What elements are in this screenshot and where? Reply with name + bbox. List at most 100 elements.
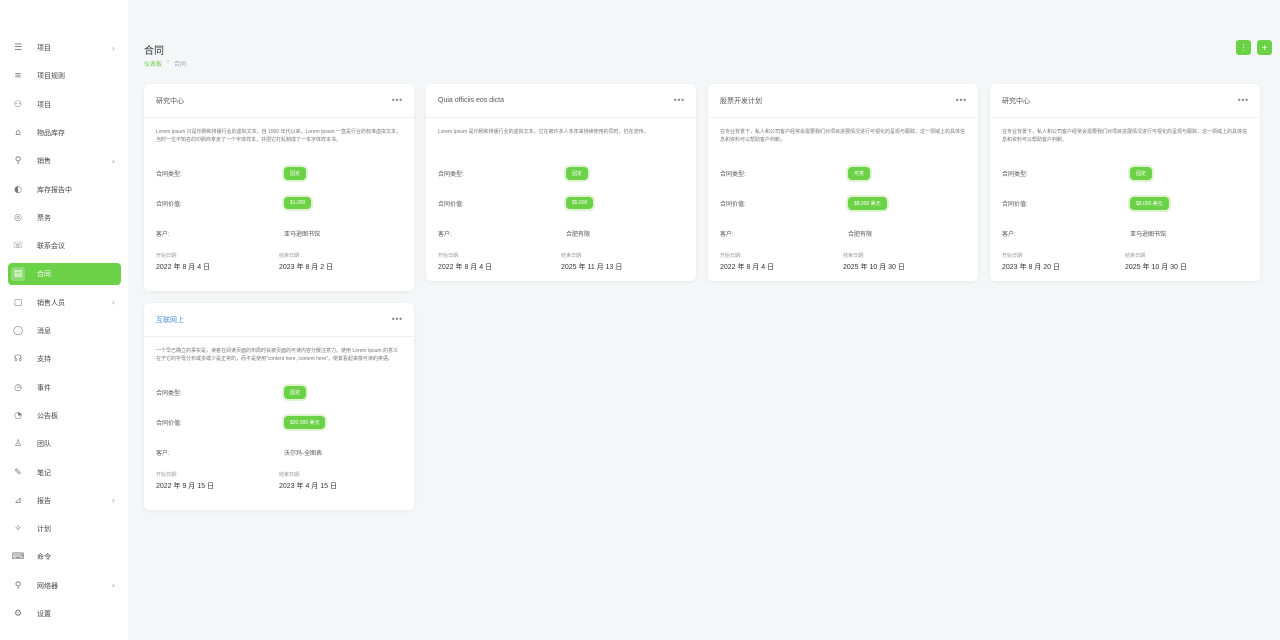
sidebar-item[interactable]: ☊ 支持 — [8, 348, 121, 370]
more-options-icon[interactable]: ••• — [955, 96, 967, 105]
start-date: 开始日期: 2022 年 8 月 4 日 — [720, 252, 843, 272]
nav-icon: ♙ — [13, 439, 23, 450]
sidebar-item-label: 报告 — [37, 497, 51, 505]
sidebar-item[interactable]: ⌨ 命令 — [8, 546, 121, 568]
nav-icon: ⚲ — [14, 156, 22, 167]
contract-card[interactable]: Quia officiis eos dicta ••• Lorem Ipsum 是印… — [426, 84, 696, 281]
breadcrumb-home[interactable]: 仪表板 — [144, 59, 162, 68]
card-title[interactable]: Quia officiis eos dicta — [438, 97, 504, 104]
card-header: 研究中心 ••• — [144, 84, 414, 118]
sidebar-item-label: 物品库存 — [37, 129, 65, 137]
card-title[interactable]: 股票开发计划 — [720, 96, 762, 106]
sidebar-item-label: 库存报告中 — [37, 186, 72, 194]
more-options-icon[interactable]: ••• — [391, 315, 403, 324]
sidebar-item-label: 销售人员 — [37, 299, 65, 307]
contract-type-row: 合同类型: 固定 — [144, 377, 414, 407]
contract-value-badge: $8,000 美元 — [848, 196, 887, 210]
card-title[interactable]: 研究中心 — [156, 96, 184, 106]
sidebar-item[interactable]: ◎ 票务 — [8, 207, 121, 229]
dates-row: 开始日期: 2022 年 8 月 4 日 结束日期: 2025 年 11 月 13 日 — [426, 248, 696, 272]
sidebar-item[interactable]: ◯ 消息 — [8, 320, 121, 342]
contract-value-row: 合同价值: $1,000 — [144, 188, 414, 218]
sidebar-item[interactable]: ◔ 公告板 — [8, 405, 121, 427]
contract-value-row: 合同价值: $8,000 美元 — [708, 188, 978, 218]
contract-value-label: 合同价值: — [156, 201, 182, 208]
end-date: 结束日期: 2025 年 10 月 30 日 — [1125, 252, 1248, 272]
sidebar-item[interactable]: ☰ 项目 › — [8, 37, 121, 59]
contract-type-badge: 固定 — [1130, 166, 1153, 180]
card-header: 研究中心 ••• — [990, 84, 1260, 118]
sidebar-item[interactable]: ⚲ 销售 › — [8, 150, 121, 172]
more-options-icon[interactable]: ••• — [1237, 96, 1249, 105]
sidebar-item[interactable]: ⌂ 物品库存 — [8, 122, 121, 144]
more-options-icon[interactable]: ••• — [673, 96, 685, 105]
contract-value-badge: $5,000 — [566, 197, 594, 209]
contract-card[interactable]: 研究中心 ••• Lorem Ipsum 只是印刷和排版行业的虚拟文本。自 1500… — [144, 84, 414, 291]
contract-type-label: 合同类型: — [720, 171, 746, 178]
nav-icon: ▢ — [13, 297, 23, 308]
sidebar-item[interactable]: ≡ 项目规则 — [8, 65, 121, 87]
nav-icon: ✎ — [14, 467, 22, 478]
end-date-label: 结束日期: — [561, 253, 583, 259]
sidebar-item[interactable]: ⊿ 报告 › — [8, 490, 121, 512]
card-title[interactable]: 互联网上 — [156, 315, 184, 325]
dates-row: 开始日期: 2022 年 8 月 4 日 结束日期: 2023 年 8 月 2 日 — [144, 248, 414, 272]
contract-card[interactable]: 股票开发计划 ••• 在专业背景下，私人和公司客户经常会需要我们对项目进展情况进行可… — [708, 84, 978, 281]
dates-row: 开始日期: 2023 年 8 月 20 日 结束日期: 2025 年 10 月 30 … — [990, 248, 1260, 272]
client-row: 客户: 合肥有限 — [708, 218, 978, 248]
contract-card[interactable]: 研究中心 ••• 在专业背景下，私人和公司客户经常会需要我们对项目进展情况进行可视化… — [990, 84, 1260, 281]
contract-type-badge: 固定 — [566, 166, 589, 180]
breadcrumb-current: 合同 — [174, 62, 187, 68]
more-options-icon[interactable]: ••• — [391, 96, 403, 105]
sidebar-item[interactable]: ▢ 销售人员 › — [8, 292, 121, 314]
main-content: 合同 仪表板 › 合同 ⋮ + 研究中心 ••• Lorem Ipsum 只是印刷和… — [128, 0, 1280, 640]
client-label: 客户: — [156, 450, 170, 457]
start-date-label: 开始日期: — [156, 253, 178, 259]
client-value: 亚马逊图书馆 — [284, 231, 321, 238]
start-date-label: 开始日期: — [438, 253, 460, 259]
contract-card[interactable]: 互联网上 ••• 一个早已确立的事实是，读者在阅读页面的布局时会被页面的可读内容分散… — [144, 303, 414, 510]
client-label: 客户: — [1002, 231, 1016, 238]
sidebar-item-label: 团队 — [37, 441, 51, 449]
top-actions: ⋮ + — [1236, 40, 1272, 55]
contract-type-label: 合同类型: — [1002, 171, 1028, 178]
sidebar-item[interactable]: ▤ 合同 — [8, 263, 121, 286]
end-date: 结束日期: 2023 年 4 月 15 日 — [279, 471, 402, 491]
sidebar-item[interactable]: ♙ 团队 — [8, 433, 121, 455]
start-date-label: 开始日期: — [156, 472, 178, 478]
start-date: 开始日期: 2023 年 8 月 20 日 — [1002, 252, 1125, 272]
nav-icon: ◯ — [12, 326, 24, 336]
card-description: 一个早已确立的事实是，读者在阅读页面的布局时会被页面的可读内容分散注意力。使用 … — [156, 348, 398, 362]
nav-icon: ☊ — [14, 354, 22, 365]
end-date-label: 结束日期: — [279, 472, 301, 478]
sidebar-item-label: 支持 — [37, 356, 51, 364]
sidebar-item[interactable]: ✧ 计划 — [8, 518, 121, 540]
sidebar-item[interactable]: ⚇ 项目 — [8, 94, 121, 116]
sidebar-item[interactable]: ☏ 联系会议 — [8, 235, 121, 257]
start-date-label: 开始日期: — [1002, 253, 1024, 259]
end-date-value: 2025 年 11 月 13 日 — [561, 264, 623, 271]
add-contract-button[interactable]: + — [1257, 40, 1272, 55]
sidebar: ☰ 项目 › ≡ 项目规则 ⚇ 项目 ⌂ 物品库存 ⚲ 销售 › ◐ 库存报告中 ◎ 票务 ☏ 联系会议 ▤ 合同 ▢ 销… — [0, 0, 128, 640]
card-header: 互联网上 ••• — [144, 303, 414, 337]
client-label: 客户: — [720, 231, 734, 238]
sidebar-item[interactable]: ◷ 事件 — [8, 377, 121, 399]
contract-type-row: 合同类型: 固定 — [990, 158, 1260, 188]
page-title: 合同 — [144, 46, 164, 57]
sidebar-item-label: 项目规则 — [37, 73, 65, 81]
nav-icon: ◐ — [14, 184, 22, 195]
card-title[interactable]: 研究中心 — [1002, 96, 1030, 106]
sidebar-item[interactable]: ✎ 笔记 — [8, 462, 121, 484]
contract-value-label: 合同价值: — [438, 201, 464, 208]
sidebar-item[interactable]: ◐ 库存报告中 — [8, 179, 121, 201]
sidebar-item[interactable]: ⚙ 设置 — [8, 603, 121, 625]
nav-icon: ⊿ — [14, 495, 22, 506]
filter-button[interactable]: ⋮ — [1236, 40, 1251, 55]
card-header: 股票开发计划 ••• — [708, 84, 978, 118]
contract-value-badge: $20,000 美元 — [284, 415, 326, 429]
chevron-right-icon: › — [111, 156, 115, 166]
start-date-value: 2022 年 9 月 15 日 — [156, 483, 214, 490]
contract-type-badge: 固定 — [284, 385, 307, 399]
contract-type-label: 合同类型: — [156, 171, 182, 178]
sidebar-item[interactable]: ⚲ 网络器 › — [8, 575, 121, 597]
